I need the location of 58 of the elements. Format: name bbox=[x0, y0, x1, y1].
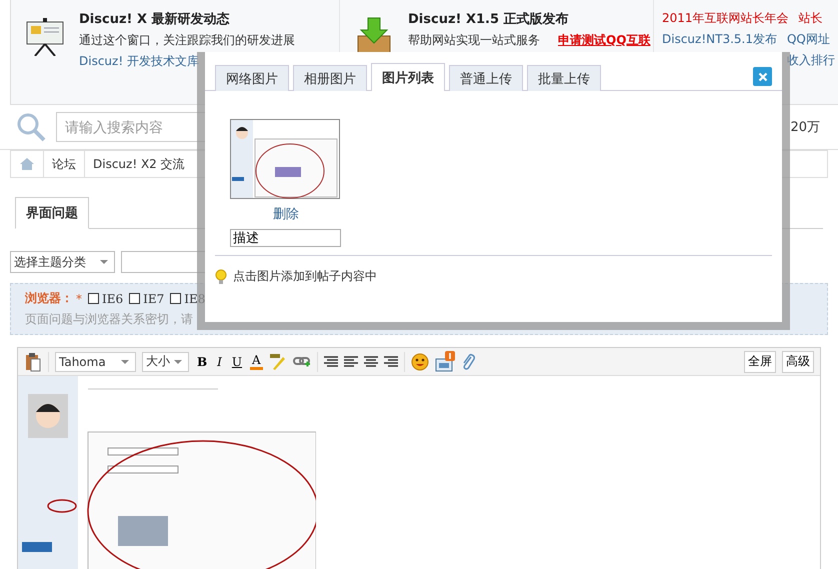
breadcrumb-link[interactable]: 论坛 bbox=[52, 156, 76, 172]
category-select[interactable]: 选择主题分类 bbox=[10, 251, 115, 273]
image-icon[interactable] bbox=[434, 350, 455, 372]
checkbox-label: IE8 bbox=[184, 292, 206, 306]
dialog-tab[interactable]: 图片列表 bbox=[371, 63, 445, 91]
align-icon[interactable] bbox=[364, 356, 378, 368]
toolbar-button[interactable]: 全屏 bbox=[744, 350, 776, 372]
promo-link[interactable]: 申请测试QQ互联 bbox=[558, 32, 650, 49]
tip-text: 点击图片添加到帖子内容中 bbox=[233, 268, 377, 285]
dialog-tab[interactable]: 普通上传 bbox=[449, 65, 523, 91]
hint-text: 页面问题与浏览器关系密切，请 bbox=[25, 311, 194, 328]
news-link[interactable]: QQ网址 bbox=[786, 31, 830, 48]
highlighter-icon[interactable] bbox=[268, 352, 287, 370]
news-description: 帮助网站实现一站式服务 bbox=[408, 32, 540, 49]
lightbulb-icon bbox=[215, 268, 227, 284]
news-link[interactable]: 2011年互联网站长年会 bbox=[662, 10, 789, 27]
breadcrumb-link[interactable]: Discuz! X2 交流 bbox=[93, 156, 185, 172]
format-button[interactable]: U bbox=[230, 354, 244, 368]
toolbar-button[interactable]: 高级 bbox=[782, 350, 814, 372]
align-icon[interactable] bbox=[324, 356, 338, 368]
caret-icon bbox=[121, 360, 129, 364]
checkbox[interactable] bbox=[170, 293, 182, 304]
news-link[interactable]: Discuz!NT3.5.1发布 bbox=[662, 31, 777, 48]
caret-icon bbox=[174, 360, 182, 364]
dialog-tab[interactable]: 网络图片 bbox=[215, 65, 289, 91]
smiley-icon[interactable] bbox=[410, 352, 429, 370]
stat-text: 20万 bbox=[790, 119, 820, 136]
news-title[interactable]: Discuz! X1.5 正式版发布 bbox=[408, 10, 650, 28]
paperclip-icon[interactable] bbox=[460, 352, 475, 370]
description-field[interactable]: 描述 bbox=[230, 229, 341, 247]
align-icon[interactable] bbox=[344, 356, 358, 368]
dialog-tab[interactable]: 批量上传 bbox=[527, 65, 601, 91]
required-mark: * bbox=[76, 292, 82, 306]
clipboard-icon[interactable] bbox=[24, 352, 42, 372]
font-select[interactable]: Tahoma bbox=[55, 352, 136, 372]
browser-label: 浏览器： bbox=[25, 290, 73, 307]
format-button[interactable]: A bbox=[250, 353, 263, 370]
format-button[interactable]: I bbox=[215, 354, 224, 368]
dialog-tab[interactable]: 相册图片 bbox=[293, 65, 367, 91]
presentation-board-icon bbox=[25, 16, 65, 56]
close-button[interactable] bbox=[753, 67, 772, 86]
news-link[interactable]: 站长 bbox=[798, 10, 823, 27]
checkbox[interactable] bbox=[88, 293, 99, 304]
link-icon[interactable] bbox=[292, 354, 311, 368]
checkbox-label: IE7 bbox=[143, 292, 164, 306]
checkbox[interactable] bbox=[129, 293, 140, 304]
checkbox-label: IE6 bbox=[102, 292, 124, 306]
news-link[interactable]: 收入排行 bbox=[787, 52, 835, 69]
image-thumbnail[interactable] bbox=[230, 119, 340, 199]
news-description: 通过这个窗口，关注跟踪我们的研发进展 bbox=[79, 32, 295, 49]
news-title[interactable]: Discuz! X 最新研发动态 bbox=[79, 10, 295, 28]
size-select[interactable]: 大小 bbox=[142, 352, 189, 372]
thread-type-tab[interactable]: 界面问题 bbox=[15, 197, 89, 229]
format-button[interactable]: B bbox=[195, 354, 210, 368]
close-icon bbox=[758, 72, 768, 82]
align-icon[interactable] bbox=[384, 356, 398, 368]
caret-icon bbox=[100, 260, 108, 264]
delete-link[interactable]: 删除 bbox=[273, 205, 299, 223]
